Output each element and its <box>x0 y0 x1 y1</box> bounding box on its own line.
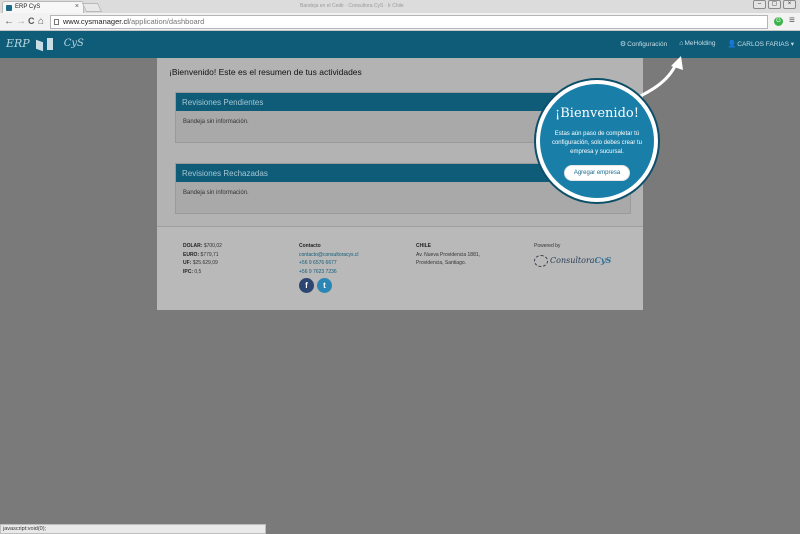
consultora-logo[interactable]: ConsultoraCyS <box>534 254 612 267</box>
reload-icon[interactable]: C <box>28 16 35 27</box>
welcome-strong: ¡Bienvenido! <box>169 67 217 77</box>
user-icon: 👤 <box>727 41 737 48</box>
contact-phone-1[interactable]: +56 9 6576 6677 <box>299 259 359 268</box>
maximize-button[interactable]: ▢ <box>768 0 781 9</box>
nav-configuracion[interactable]: ⚙Configuración <box>620 40 667 48</box>
status-bar: javascript:void(0); <box>0 524 266 534</box>
indicator-ipc: IPC: 0,5 <box>183 268 202 275</box>
url-domain: www.cysmanager.cl <box>63 17 129 26</box>
browser-tab[interactable]: ERP CyS × <box>2 1 84 13</box>
page-title: ¡Bienvenido! Este es el resumen de tus a… <box>169 67 362 77</box>
browser-menu-icon[interactable]: ≡ <box>789 15 795 26</box>
forward-icon[interactable]: → <box>16 16 26 27</box>
home-icon: ⌂ <box>679 40 684 47</box>
contact-phone-2[interactable]: +56 9 7623 7236 <box>299 268 359 277</box>
indicator-uf: UF: $25.629,09 <box>183 260 218 266</box>
twitter-icon[interactable]: t <box>317 278 332 293</box>
address-column: CHILE Av. Nueva Providencia 1881, Provid… <box>416 242 480 268</box>
brand-name: ConsultoraCyS <box>550 254 612 265</box>
nav-meholding[interactable]: ⌂MeHolding <box>679 40 715 48</box>
close-window-button[interactable]: × <box>783 0 796 9</box>
app-header: ERP CyS ⚙Configuración ⌂MeHolding 👤CARLO… <box>0 31 800 58</box>
browser-toolbar: ← → C ⌂ www.cysmanager.cl/application/da… <box>0 13 800 31</box>
logo-cys-text: CyS <box>63 38 84 49</box>
globe-icon <box>534 254 548 267</box>
logo-mark-icon <box>35 37 58 51</box>
nav-user-label: CARLOS FARIAS ▾ <box>737 41 794 48</box>
nav-configuracion-label: Configuración <box>627 41 668 48</box>
minimize-button[interactable]: – <box>753 0 766 9</box>
contact-title: Contacto <box>299 243 321 249</box>
logo-erp-text: ERP <box>6 37 30 50</box>
new-tab-button[interactable] <box>81 3 103 12</box>
social-links: f t <box>299 278 359 293</box>
window-controls: – ▢ × <box>753 0 796 9</box>
facebook-icon[interactable]: f <box>299 278 314 293</box>
tab-title: ERP CyS <box>15 4 41 10</box>
app-logo[interactable]: ERP CyS <box>6 37 84 51</box>
address-title: CHILE <box>416 243 431 249</box>
bubble-title: ¡Bienvenido! <box>555 106 639 121</box>
indicator-dolar: DOLAR: $700,02 <box>183 243 222 249</box>
top-nav: ⚙Configuración ⌂MeHolding 👤CARLOS FARIAS… <box>620 40 794 48</box>
page-icon <box>54 19 59 25</box>
address-line-2: Providencia, Santiago. <box>416 260 467 266</box>
indicators-column: DOLAR: $700,02 EURO: $779,71 UF: $25.629… <box>183 242 222 276</box>
contact-column: Contacto contacto@consultoracys.cl +56 9… <box>299 242 359 293</box>
powered-by-column: Powered by ConsultoraCyS <box>534 242 611 267</box>
url-path: /application/dashboard <box>128 17 205 26</box>
extension-icon[interactable]: G <box>774 17 783 26</box>
welcome-bubble: ¡Bienvenido! Estas aún paso de completar… <box>536 80 658 202</box>
favicon-icon <box>6 5 12 11</box>
page-footer: DOLAR: $700,02 EURO: $779,71 UF: $25.629… <box>157 226 643 310</box>
tab-close-icon[interactable]: × <box>75 3 79 10</box>
home-icon[interactable]: ⌂ <box>38 16 44 27</box>
window-title: Bandeja en el Cedir · Consultora CyS · I… <box>300 3 404 9</box>
browser-tab-strip: ERP CyS × Bandeja en el Cedir · Consulto… <box>0 0 800 13</box>
address-bar[interactable]: www.cysmanager.cl/application/dashboard <box>50 15 768 29</box>
add-company-button[interactable]: Agregar empresa <box>563 165 631 181</box>
nav-user-menu[interactable]: 👤CARLOS FARIAS ▾ <box>728 40 794 48</box>
address-line-1: Av. Nueva Providencia 1881, <box>416 251 481 258</box>
bubble-text: Estas aún paso de completar tú configura… <box>551 131 643 155</box>
nav-meholding-label: MeHolding <box>684 40 716 47</box>
gear-icon: ⚙ <box>619 41 627 48</box>
contact-email-link[interactable]: contacto@consultoracys.cl <box>299 251 359 260</box>
powered-by-label: Powered by <box>534 243 561 249</box>
indicator-euro: EURO: $779,71 <box>183 251 219 258</box>
back-icon[interactable]: ← <box>4 16 14 27</box>
welcome-rest: Este es el resumen de tus actividades <box>216 67 362 77</box>
